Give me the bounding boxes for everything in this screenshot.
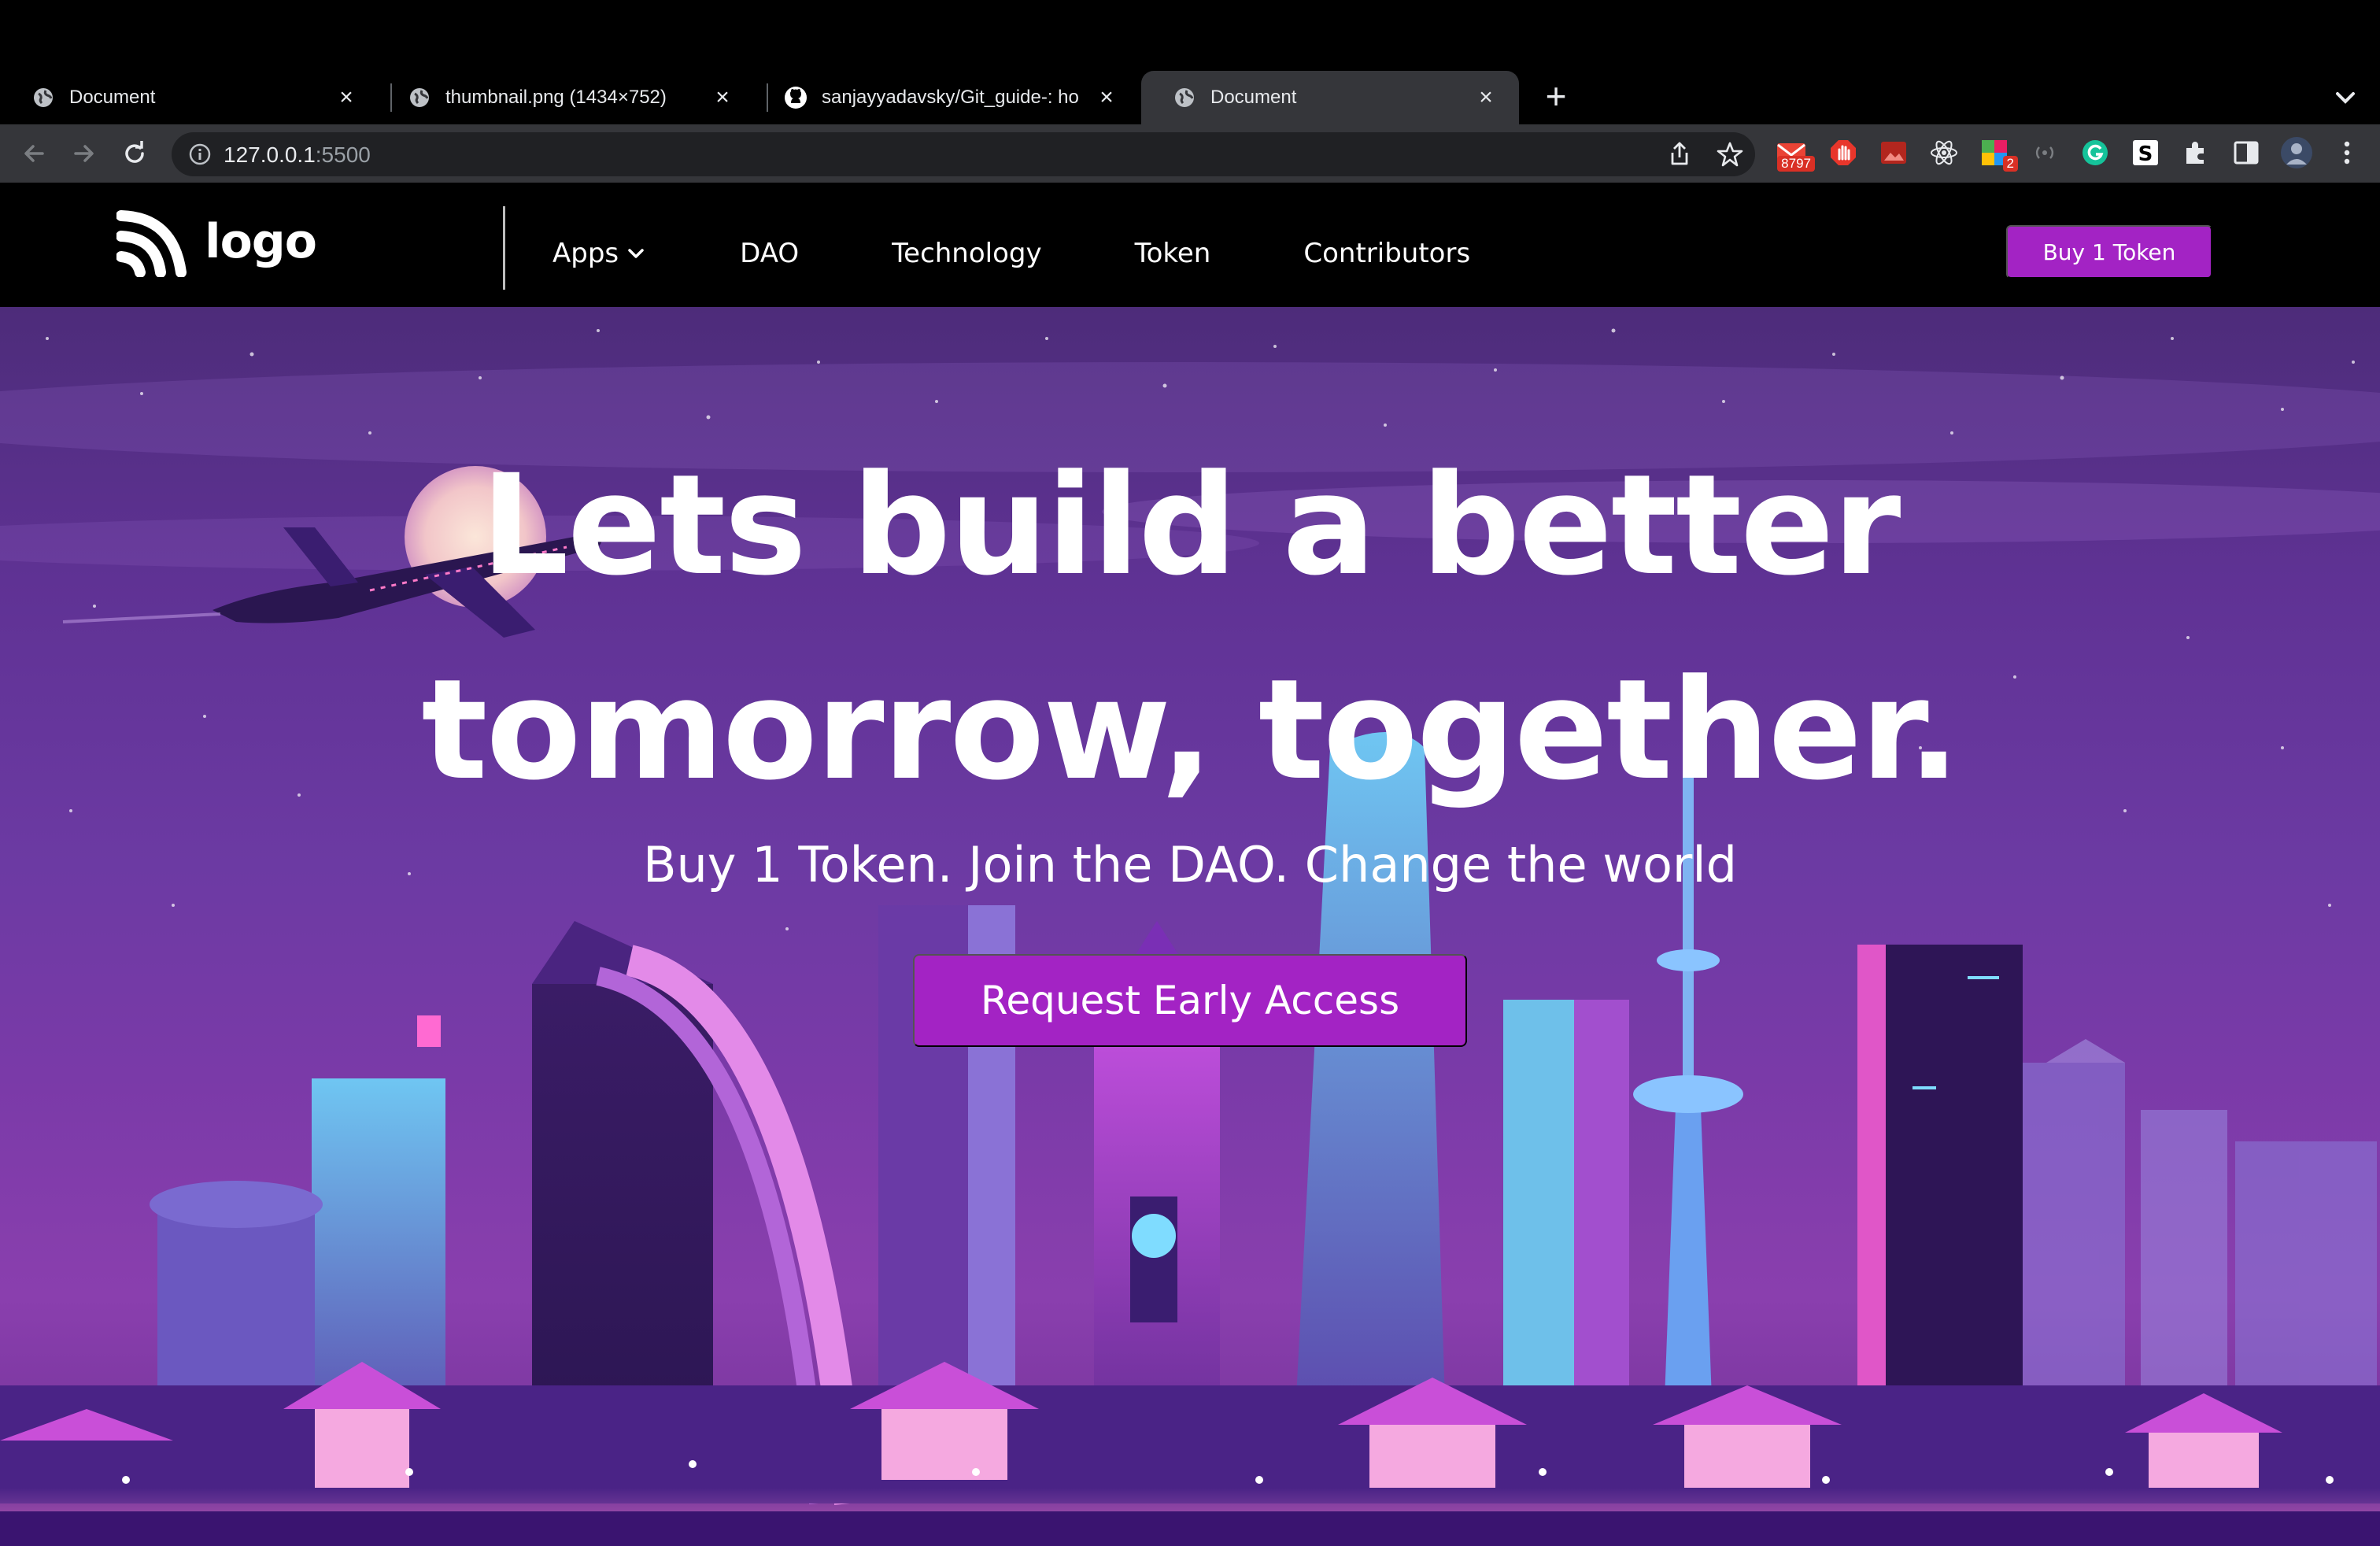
forward-arrow-icon[interactable] — [66, 135, 102, 172]
browser-tab-2[interactable]: thumbnail.png (1434×752) × — [376, 71, 756, 124]
github-icon — [784, 86, 808, 109]
close-icon[interactable]: × — [335, 86, 357, 109]
puzzle-extensions-icon[interactable] — [2179, 135, 2213, 170]
globe-icon — [408, 86, 431, 109]
plus-icon[interactable]: + — [1539, 78, 1573, 115]
main-nav: Apps DAO Technology Token Contributors — [552, 238, 1563, 269]
browser-chrome: Document × thumbnail.png (1434×752) × sa… — [0, 0, 2380, 183]
close-icon[interactable]: × — [1096, 86, 1118, 109]
tab-title: Document — [69, 87, 156, 108]
nav-item-token[interactable]: Token — [1135, 238, 1211, 269]
wireless-extension-icon[interactable] — [2027, 135, 2062, 170]
tab-title: Document — [1210, 87, 1297, 108]
url-text: 127.0.0.1:5500 — [224, 142, 371, 168]
reload-icon[interactable] — [116, 135, 153, 172]
hero-subtitle: Buy 1 Token. Join the DAO. Change the wo… — [642, 836, 1738, 893]
logo-text: logo — [205, 214, 317, 269]
nav-item-contributors[interactable]: Contributors — [1303, 238, 1470, 269]
nav-item-dao[interactable]: DAO — [740, 238, 799, 269]
extension-badge: 2 — [2002, 156, 2018, 172]
nav-item-technology[interactable]: Technology — [892, 238, 1041, 269]
close-icon[interactable]: × — [1475, 86, 1497, 109]
chevron-down-icon[interactable] — [2330, 82, 2361, 113]
chevron-down-icon — [628, 249, 644, 258]
s-extension-icon[interactable]: S — [2128, 135, 2163, 170]
logo-mark-icon — [116, 210, 187, 277]
kebab-menu-icon[interactable] — [2330, 135, 2364, 170]
browser-tab-1[interactable]: Document × — [0, 71, 379, 124]
hero-title-line-1: Lets build a better — [480, 445, 1901, 606]
side-panel-icon[interactable] — [2229, 135, 2264, 170]
react-devtools-icon[interactable] — [1927, 135, 1961, 170]
svg-text:S: S — [2138, 142, 2153, 166]
nav-item-label: Apps — [552, 238, 619, 269]
extension-badge: 8797 — [1777, 156, 1815, 172]
globe-icon — [1173, 86, 1196, 109]
browser-toolbar: 127.0.0.1:5500 8797 2 S — [0, 124, 2380, 183]
tab-title: thumbnail.png (1434×752) — [445, 87, 667, 108]
site-navbar: logo Apps DAO Technology Token Contribut… — [0, 183, 2380, 307]
image-extension-icon[interactable] — [1876, 135, 1911, 170]
info-icon[interactable] — [187, 142, 213, 167]
share-icon[interactable] — [1665, 140, 1694, 168]
browser-tab-4-active[interactable]: Document × — [1141, 71, 1519, 124]
gmail-extension-icon[interactable]: 8797 — [1774, 135, 1815, 172]
colorful-extension-icon[interactable]: 2 — [1977, 135, 2018, 172]
site-logo[interactable]: logo — [116, 206, 317, 277]
tab-title: sanjayyadavsky/Git_guide-: ho — [822, 87, 1079, 108]
nav-divider — [503, 206, 505, 290]
nav-item-label: DAO — [740, 238, 800, 269]
nav-item-label: Contributors — [1303, 238, 1471, 269]
request-early-access-button[interactable]: Request Early Access — [913, 954, 1467, 1047]
profile-avatar[interactable] — [2279, 135, 2314, 170]
buy-token-button[interactable]: Buy 1 Token — [2006, 225, 2212, 279]
globe-icon — [31, 86, 55, 109]
browser-tab-3[interactable]: sanjayyadavsky/Git_guide-: ho × — [752, 71, 1140, 124]
nav-item-label: Token — [1134, 238, 1211, 269]
adblock-extension-icon[interactable] — [1826, 135, 1861, 170]
tab-strip: Document × thumbnail.png (1434×752) × sa… — [0, 0, 2380, 124]
url-port: :5500 — [315, 142, 371, 167]
url-host: 127.0.0.1 — [224, 142, 316, 167]
hero-section: Lets build a better tomorrow, together. … — [0, 307, 2380, 1546]
grammarly-icon[interactable] — [2078, 135, 2112, 170]
close-icon[interactable]: × — [711, 86, 734, 109]
hero-title-line-2: tomorrow, together. — [421, 649, 1960, 811]
bookmark-star-icon[interactable] — [1716, 140, 1744, 168]
back-arrow-icon[interactable] — [16, 135, 52, 172]
nav-item-label: Technology — [892, 238, 1042, 269]
address-bar[interactable]: 127.0.0.1:5500 — [172, 132, 1755, 176]
nav-item-apps[interactable]: Apps — [552, 238, 647, 269]
